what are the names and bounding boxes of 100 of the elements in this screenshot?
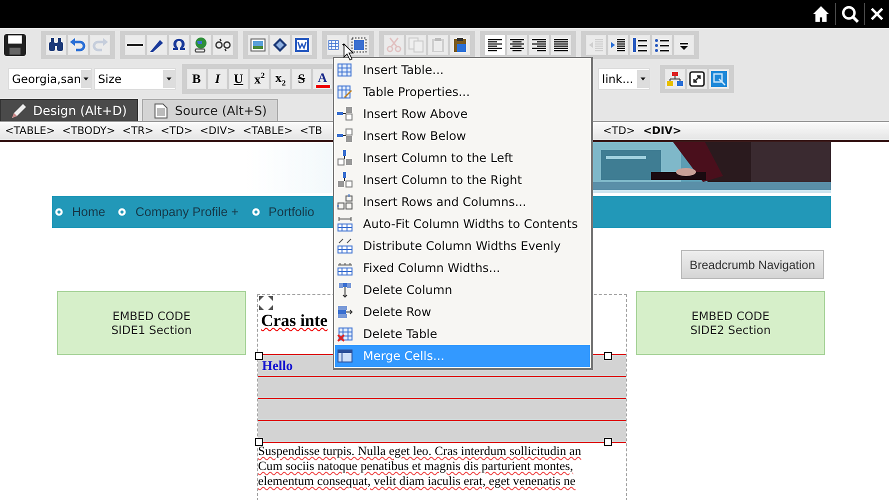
select-all-button[interactable] bbox=[349, 35, 369, 55]
tab[interactable]: Source (Alt+S) bbox=[142, 99, 278, 121]
resize-handle[interactable] bbox=[604, 438, 612, 446]
justify-button[interactable] bbox=[551, 35, 571, 55]
tab[interactable]: Design (Alt+D) bbox=[0, 99, 138, 121]
select-all-icon bbox=[351, 37, 367, 53]
table-cell[interactable]: Hello bbox=[262, 358, 293, 374]
format-button[interactable]: I bbox=[208, 69, 227, 89]
tag-link[interactable]: <TD> bbox=[160, 125, 193, 137]
align-center-button[interactable] bbox=[507, 35, 527, 55]
horizontal-line-button[interactable] bbox=[125, 35, 145, 55]
align-right-button[interactable] bbox=[529, 35, 549, 55]
redo-icon bbox=[92, 37, 108, 53]
menu-item[interactable]: Delete Row bbox=[335, 301, 590, 323]
globe-link-button[interactable] bbox=[191, 35, 211, 55]
menu-item[interactable]: Auto-Fit Column Widths to Contents bbox=[335, 213, 590, 235]
nav-link[interactable]: Home bbox=[72, 205, 106, 219]
indent-button[interactable] bbox=[608, 35, 628, 55]
horizontal-line-icon bbox=[127, 44, 143, 46]
bulleted-list-button[interactable] bbox=[652, 35, 672, 55]
save-icon bbox=[4, 34, 26, 56]
format-button[interactable]: x$^{2}$ bbox=[250, 69, 269, 89]
menu-item[interactable]: Insert Row Below bbox=[335, 125, 590, 147]
menu-item[interactable]: Fixed Column Widths... bbox=[335, 257, 590, 279]
caret-button[interactable] bbox=[674, 35, 694, 55]
menu-item[interactable]: Distribute Column Widths Evenly bbox=[335, 235, 590, 257]
tag-link[interactable]: <TD> bbox=[603, 125, 636, 137]
column-width-icon bbox=[337, 216, 353, 232]
unlink-button[interactable] bbox=[213, 35, 233, 55]
format-button[interactable]: B bbox=[187, 69, 206, 89]
insert-row-icon bbox=[337, 128, 353, 144]
tag-link[interactable]: <TB bbox=[300, 125, 322, 137]
paragraph-text: elementum consequat, velit diam iaculis erat, eget venenatis ne bbox=[258, 474, 577, 489]
insert-column-icon bbox=[337, 172, 353, 188]
paragraph-text: Suspendisse turpis. Nulla eget leo. Cras interdum sollicitudin an bbox=[258, 444, 582, 459]
numbered-list-button[interactable] bbox=[630, 35, 650, 55]
diamond-button[interactable] bbox=[270, 35, 290, 55]
embed-text: SIDE2 Section bbox=[690, 323, 771, 337]
nav-link[interactable]: Company Profile + bbox=[135, 205, 239, 219]
caret-icon bbox=[82, 75, 90, 83]
insert-column-icon bbox=[337, 150, 353, 166]
caret-icon bbox=[639, 75, 647, 83]
clipboard-button[interactable] bbox=[450, 35, 470, 55]
insert-cells-icon bbox=[337, 194, 353, 210]
undo-icon bbox=[70, 37, 86, 53]
align-left-button[interactable] bbox=[485, 35, 505, 55]
menu-item[interactable]: Insert Table... bbox=[335, 59, 590, 81]
globe-link-icon bbox=[193, 37, 209, 53]
binoculars-button[interactable] bbox=[46, 35, 66, 55]
embed-text: EMBED CODE bbox=[112, 309, 191, 323]
embed-text: SIDE1 Section bbox=[111, 323, 192, 337]
menu-item[interactable]: Table Properties... bbox=[335, 81, 590, 103]
tag-link[interactable]: <DIV> bbox=[643, 125, 682, 137]
image-button[interactable] bbox=[248, 35, 268, 55]
tag-link[interactable]: <TABLE> bbox=[242, 125, 293, 137]
document-button[interactable] bbox=[292, 35, 312, 55]
tag-link[interactable]: <TBODY> bbox=[62, 125, 116, 137]
align-center-icon bbox=[509, 37, 525, 53]
pen-button[interactable] bbox=[147, 35, 167, 55]
tag-link[interactable]: <DIV> bbox=[200, 125, 236, 137]
menu-item[interactable]: Insert Column to the Left bbox=[335, 147, 590, 169]
breadcrumb-button[interactable]: Breadcrumb Navigation bbox=[680, 250, 824, 279]
expand-icon bbox=[258, 295, 274, 311]
menu-item[interactable]: Delete Column bbox=[335, 279, 590, 301]
binoculars-icon bbox=[48, 37, 64, 53]
page-icon bbox=[152, 102, 169, 118]
bulleted-list-icon bbox=[654, 37, 670, 53]
menu-item[interactable]: Insert Column to the Right bbox=[335, 169, 590, 191]
column-width-icon bbox=[337, 260, 353, 276]
format-button[interactable]: S bbox=[292, 69, 311, 89]
heading-text: Cras inte bbox=[261, 311, 328, 331]
menu-item[interactable]: Insert Rows and Columns... bbox=[335, 191, 590, 213]
nav-link[interactable]: Portfolio bbox=[268, 205, 314, 219]
search-icon bbox=[841, 5, 859, 23]
justify-icon bbox=[553, 37, 569, 53]
sitemap-button[interactable] bbox=[665, 69, 685, 89]
caret-icon bbox=[165, 75, 173, 83]
home-icon bbox=[812, 5, 830, 23]
symbol-button[interactable]: Ω bbox=[169, 35, 189, 55]
save-button[interactable] bbox=[3, 33, 27, 57]
menu-item[interactable]: Insert Row Above bbox=[335, 103, 590, 125]
column-width-icon bbox=[337, 238, 353, 254]
format-button[interactable]: A bbox=[313, 69, 332, 89]
tag-link[interactable]: <TR> bbox=[122, 125, 154, 137]
insert-row-icon bbox=[337, 106, 353, 122]
dropdown-field[interactable]: Georgia,san bbox=[8, 68, 92, 90]
resize-button[interactable] bbox=[687, 69, 707, 89]
resize-handle[interactable] bbox=[255, 438, 263, 446]
format-button[interactable]: U bbox=[229, 69, 248, 89]
dropdown-field[interactable]: link... bbox=[598, 68, 650, 90]
menu-item[interactable]: Delete Table bbox=[335, 323, 590, 345]
resize-handle[interactable] bbox=[604, 352, 612, 360]
table-icon bbox=[328, 37, 340, 53]
unlink-icon bbox=[215, 37, 231, 53]
undo-button[interactable] bbox=[68, 35, 88, 55]
tag-link[interactable]: <TABLE> bbox=[5, 125, 56, 137]
dropdown-field[interactable]: Size bbox=[94, 68, 176, 90]
format-button[interactable]: x$_{2}$ bbox=[271, 69, 290, 89]
resize-handle[interactable] bbox=[255, 352, 263, 360]
delete-row-icon bbox=[337, 304, 353, 320]
